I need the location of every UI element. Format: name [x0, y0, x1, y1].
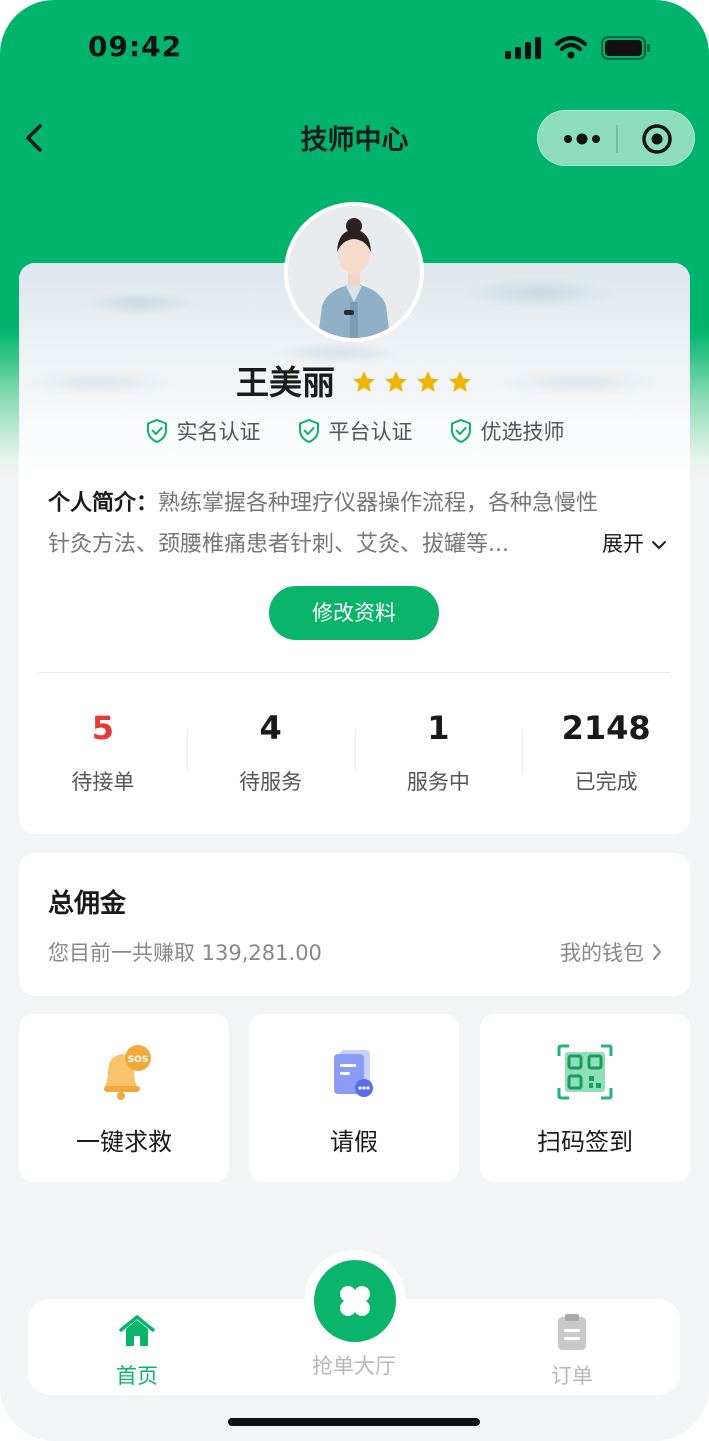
- avatar[interactable]: [284, 202, 424, 342]
- status-bar: 09:42: [0, 0, 709, 96]
- stat-pending-service[interactable]: 4 待服务: [186, 700, 355, 810]
- tab-orders[interactable]: 订单: [502, 1312, 642, 1390]
- badge-platform: 平台认证: [297, 416, 413, 446]
- capsule-divider: [616, 125, 618, 153]
- stat-completed[interactable]: 2148 已完成: [522, 700, 690, 810]
- stat-value: 5: [91, 709, 114, 747]
- star-icon: [449, 371, 471, 392]
- tile-label: 一键求救: [76, 1128, 172, 1156]
- intro-line-1: 个人简介：熟练掌握各种理疗仪器操作流程，各种急慢性: [48, 483, 668, 524]
- shield-check-icon: [298, 418, 319, 444]
- battery-icon: [601, 36, 650, 60]
- stat-value: 2148: [561, 709, 651, 747]
- stat-label: 服务中: [406, 770, 470, 794]
- star-icon: [417, 371, 439, 392]
- personal-intro: 个人简介：熟练掌握各种理疗仪器操作流程，各种急慢性 针灸方法、颈腰椎痛患者针刺、…: [48, 483, 668, 565]
- close-target-icon[interactable]: [640, 122, 674, 156]
- qr-scan-icon: [557, 1044, 613, 1100]
- status-icons: [505, 36, 651, 60]
- stat-value: 4: [259, 709, 282, 747]
- expand-button[interactable]: 展开: [602, 524, 668, 565]
- intro-label: 个人简介：: [48, 491, 159, 516]
- divider: [38, 672, 670, 673]
- stat-in-service[interactable]: 1 服务中: [354, 700, 523, 810]
- wallet-link-label: 我的钱包: [560, 941, 644, 965]
- intro-line-2: 针灸方法、颈腰椎痛患者针刺、艾灸、拔罐等... 展开: [48, 524, 668, 565]
- cellular-signal-icon: [505, 37, 541, 59]
- stat-value: 1: [427, 709, 450, 747]
- technician-name: 王美丽: [236, 363, 335, 402]
- chevron-down-icon: [652, 540, 666, 549]
- sos-tile[interactable]: SOS 一键求救: [19, 1014, 229, 1182]
- clover-icon: [340, 1286, 370, 1316]
- sos-badge-text: SOS: [128, 1055, 149, 1065]
- intro-text-1: 熟练掌握各种理疗仪器操作流程，各种急慢性: [158, 491, 599, 516]
- grab-order-hall-button[interactable]: [314, 1260, 396, 1342]
- badge-label: 平台认证: [328, 420, 413, 444]
- rating-stars: [351, 365, 473, 395]
- avatar-photo: [288, 206, 420, 338]
- badge-label: 优选技师: [480, 420, 565, 444]
- status-time: 09:42: [88, 30, 183, 63]
- my-wallet-link[interactable]: 我的钱包: [560, 937, 662, 967]
- commission-card: 总佣金 您目前一共赚取 139,281.00 我的钱包: [19, 853, 690, 996]
- tile-label: 扫码签到: [537, 1128, 633, 1156]
- sos-bell-icon: SOS: [104, 1045, 151, 1100]
- intro-text-2: 针灸方法、颈腰椎痛患者针刺、艾灸、拔罐等...: [48, 532, 509, 557]
- badge-real-name: 实名认证: [145, 416, 261, 446]
- commission-total: 您目前一共赚取 139,281.00: [48, 941, 322, 965]
- phone-screen: 09:42 技师中心 王美丽 实名认证 平台认证 优选技师 个人简介：熟练掌握各…: [0, 0, 709, 1441]
- tab-home[interactable]: 首页: [67, 1312, 207, 1390]
- stat-label: 已完成: [574, 770, 638, 794]
- shield-check-icon: [450, 418, 471, 444]
- order-stats: 5 待接单 4 待服务 1 服务中 2148 已完成: [19, 700, 690, 810]
- scan-checkin-tile[interactable]: 扫码签到: [480, 1014, 690, 1182]
- stat-label: 待服务: [239, 770, 303, 794]
- star-icon: [385, 371, 407, 392]
- tab-grab-hall-label[interactable]: 抢单大厅: [284, 1350, 424, 1380]
- home-indicator: [228, 1418, 480, 1426]
- more-icon[interactable]: [562, 127, 602, 151]
- stat-label: 待接单: [71, 770, 135, 794]
- star-icon: [353, 371, 375, 392]
- edit-profile-button[interactable]: 修改资料: [269, 586, 439, 640]
- tile-label: 请假: [330, 1128, 378, 1156]
- tab-label: 首页: [116, 1364, 158, 1388]
- stat-pending-accept[interactable]: 5 待接单: [19, 700, 187, 810]
- certification-badges: 实名认证 平台认证 优选技师: [0, 416, 709, 446]
- leave-tile[interactable]: 请假: [249, 1014, 459, 1182]
- badge-label: 实名认证: [176, 420, 261, 444]
- expand-label: 展开: [602, 532, 644, 556]
- leave-document-icon: [334, 1050, 373, 1097]
- home-icon: [119, 1315, 155, 1346]
- tab-label: 订单: [551, 1364, 593, 1388]
- clipboard-icon: [558, 1314, 586, 1350]
- commission-title: 总佣金: [48, 889, 127, 919]
- shield-check-icon: [146, 418, 167, 444]
- chevron-right-icon: [653, 944, 661, 960]
- wifi-icon: [555, 36, 587, 59]
- badge-preferred: 优选技师: [449, 416, 565, 446]
- mini-program-capsule: [537, 110, 695, 166]
- technician-name-row: 王美丽: [0, 358, 709, 402]
